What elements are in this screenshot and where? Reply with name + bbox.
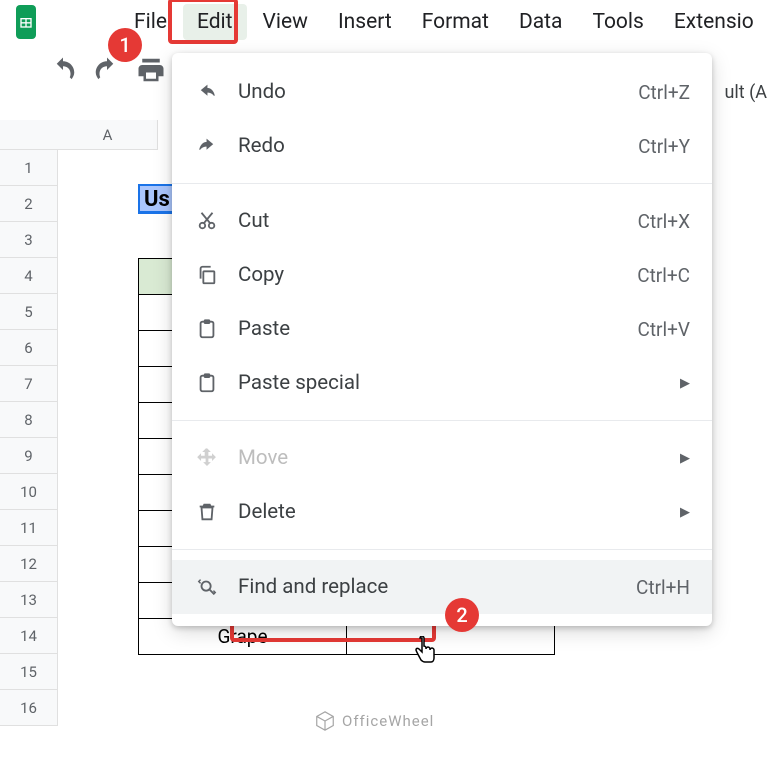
menu-item-copy[interactable]: CopyCtrl+C	[172, 248, 712, 302]
menu-item-undo[interactable]: UndoCtrl+Z	[172, 65, 712, 119]
row-header[interactable]: 11	[0, 510, 58, 546]
paste-icon	[194, 370, 220, 396]
menu-item-cut[interactable]: CutCtrl+X	[172, 194, 712, 248]
find-replace-icon	[194, 574, 220, 600]
menu-item-label: Copy	[238, 263, 637, 287]
row-header[interactable]: 13	[0, 582, 58, 618]
move-icon	[194, 445, 220, 471]
column-header-a[interactable]: A	[58, 120, 158, 150]
menu-item-find-and-replace[interactable]: Find and replaceCtrl+H	[172, 560, 712, 614]
row-header[interactable]: 16	[0, 690, 58, 726]
sheets-logo-icon[interactable]	[16, 5, 36, 39]
edit-menu-dropdown: UndoCtrl+ZRedoCtrl+YCutCtrl+XCopyCtrl+CP…	[172, 53, 712, 626]
menu-shortcut: Ctrl+X	[638, 210, 690, 233]
select-all-corner[interactable]	[0, 120, 58, 150]
menu-item-label: Redo	[238, 134, 638, 158]
row-header[interactable]: 14	[0, 618, 58, 654]
menu-item-redo[interactable]: RedoCtrl+Y	[172, 119, 712, 173]
row-header[interactable]: 3	[0, 222, 58, 258]
row-header[interactable]: 5	[0, 294, 58, 330]
active-cell[interactable]: Us	[138, 184, 174, 214]
menu-item-label: Delete	[238, 500, 680, 524]
row-header[interactable]: 1	[0, 150, 58, 186]
menu-shortcut: Ctrl+C	[637, 264, 690, 287]
row-header[interactable]: 15	[0, 654, 58, 690]
menu-item-label: Cut	[238, 209, 638, 233]
menu-separator	[172, 183, 712, 184]
row-header[interactable]: 10	[0, 474, 58, 510]
watermark-text: OfficeWheel	[342, 712, 434, 730]
menu-item-label: Undo	[238, 80, 638, 104]
menu-separator	[172, 549, 712, 550]
copy-icon	[194, 262, 220, 288]
menu-item-label: Paste special	[238, 371, 680, 395]
menu-format[interactable]: Format	[408, 4, 503, 40]
undo-icon	[194, 79, 220, 105]
row-header[interactable]: 9	[0, 438, 58, 474]
redo-icon	[194, 133, 220, 159]
menu-insert[interactable]: Insert	[324, 4, 406, 40]
menu-separator	[172, 420, 712, 421]
menu-item-delete[interactable]: Delete▶	[172, 485, 712, 539]
menu-tools[interactable]: Tools	[578, 4, 657, 40]
row-header[interactable]: 6	[0, 330, 58, 366]
menu-shortcut: Ctrl+Y	[638, 135, 690, 158]
menu-shortcut: Ctrl+Z	[638, 81, 690, 104]
submenu-arrow-icon: ▶	[680, 376, 690, 391]
menu-view[interactable]: View	[249, 4, 322, 40]
menu-extensions[interactable]: Extensio	[660, 4, 767, 40]
row-header[interactable]: 8	[0, 402, 58, 438]
menu-shortcut: Ctrl+V	[637, 318, 690, 341]
menu-item-paste-special[interactable]: Paste special▶	[172, 356, 712, 410]
menu-shortcut: Ctrl+H	[636, 576, 690, 599]
menu-data[interactable]: Data	[505, 4, 577, 40]
menu-item-paste[interactable]: PasteCtrl+V	[172, 302, 712, 356]
watermark: OfficeWheel	[314, 710, 434, 732]
menu-file[interactable]: File	[120, 4, 181, 40]
font-selector-partial[interactable]: ult (A	[724, 82, 767, 103]
row-header[interactable]: 2	[0, 186, 58, 222]
menu-item-label: Paste	[238, 317, 637, 341]
row-header[interactable]: 4	[0, 258, 58, 294]
row-header[interactable]: 7	[0, 366, 58, 402]
menu-item-label: Move	[238, 446, 680, 470]
submenu-arrow-icon: ▶	[680, 451, 690, 466]
submenu-arrow-icon: ▶	[680, 505, 690, 520]
menubar: File Edit View Insert Format Data Tools …	[0, 0, 767, 44]
menu-item-label: Find and replace	[238, 575, 636, 599]
cut-icon	[194, 208, 220, 234]
menu-edit[interactable]: Edit	[183, 4, 247, 40]
redo-button[interactable]	[92, 55, 122, 85]
menu-item-move: Move▶	[172, 431, 712, 485]
row-header[interactable]: 12	[0, 546, 58, 582]
paste-icon	[194, 316, 220, 342]
print-button[interactable]	[136, 55, 166, 85]
delete-icon	[194, 499, 220, 525]
undo-button[interactable]	[48, 55, 78, 85]
